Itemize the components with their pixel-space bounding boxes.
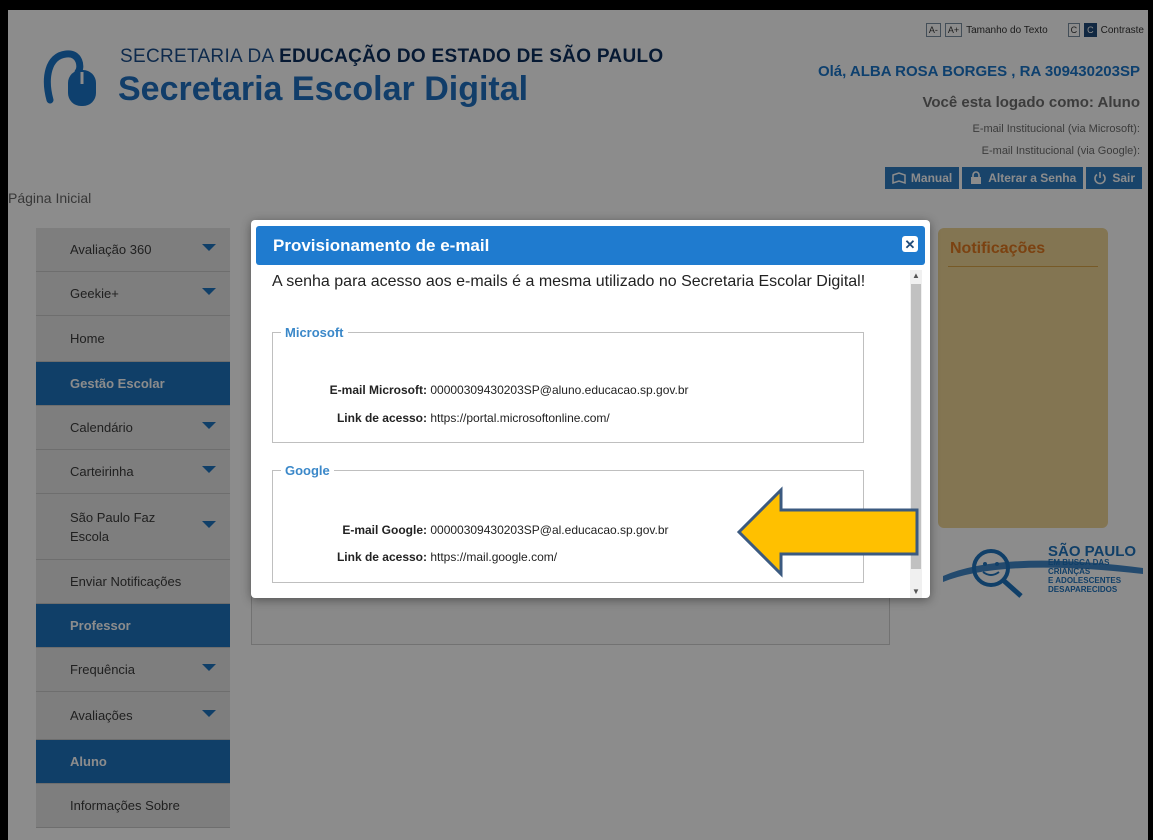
microsoft-email-row: E-mail Microsoft: 00000309430203SP@aluno… — [329, 383, 689, 397]
microsoft-legend: Microsoft — [285, 325, 344, 340]
google-link-row: Link de acesso: https://mail.google.com/ — [336, 550, 558, 564]
google-email-value[interactable]: 00000309430203SP@al.educacao.sp.gov.br — [430, 523, 668, 537]
page: SECRETARIA DA EDUCAÇÃO DO ESTADO DE SÃO … — [8, 10, 1148, 840]
annotation-arrow-icon — [736, 486, 919, 578]
google-legend: Google — [285, 463, 330, 478]
scroll-down-icon[interactable]: ▼ — [910, 586, 922, 598]
browser-viewport: SECRETARIA DA EDUCAÇÃO DO ESTADO DE SÃO … — [8, 10, 1148, 840]
google-email-row: E-mail Google: 00000309430203SP@al.educa… — [342, 523, 669, 537]
close-icon: ✕ — [904, 236, 916, 252]
microsoft-email-value[interactable]: 00000309430203SP@aluno.educacao.sp.gov.b… — [430, 383, 688, 397]
dialog-header: Provisionamento de e-mail ✕ — [256, 226, 925, 265]
scroll-up-icon[interactable]: ▲ — [910, 270, 922, 282]
close-button[interactable]: ✕ — [902, 236, 918, 252]
dialog-title: Provisionamento de e-mail — [273, 236, 490, 255]
password-message: A senha para acesso aos e-mails é a mesm… — [272, 273, 866, 290]
microsoft-link[interactable]: https://portal.microsoftonline.com/ — [430, 411, 609, 425]
google-link[interactable]: https://mail.google.com/ — [430, 550, 557, 564]
microsoft-link-row: Link de acesso: https://portal.microsoft… — [336, 411, 610, 425]
